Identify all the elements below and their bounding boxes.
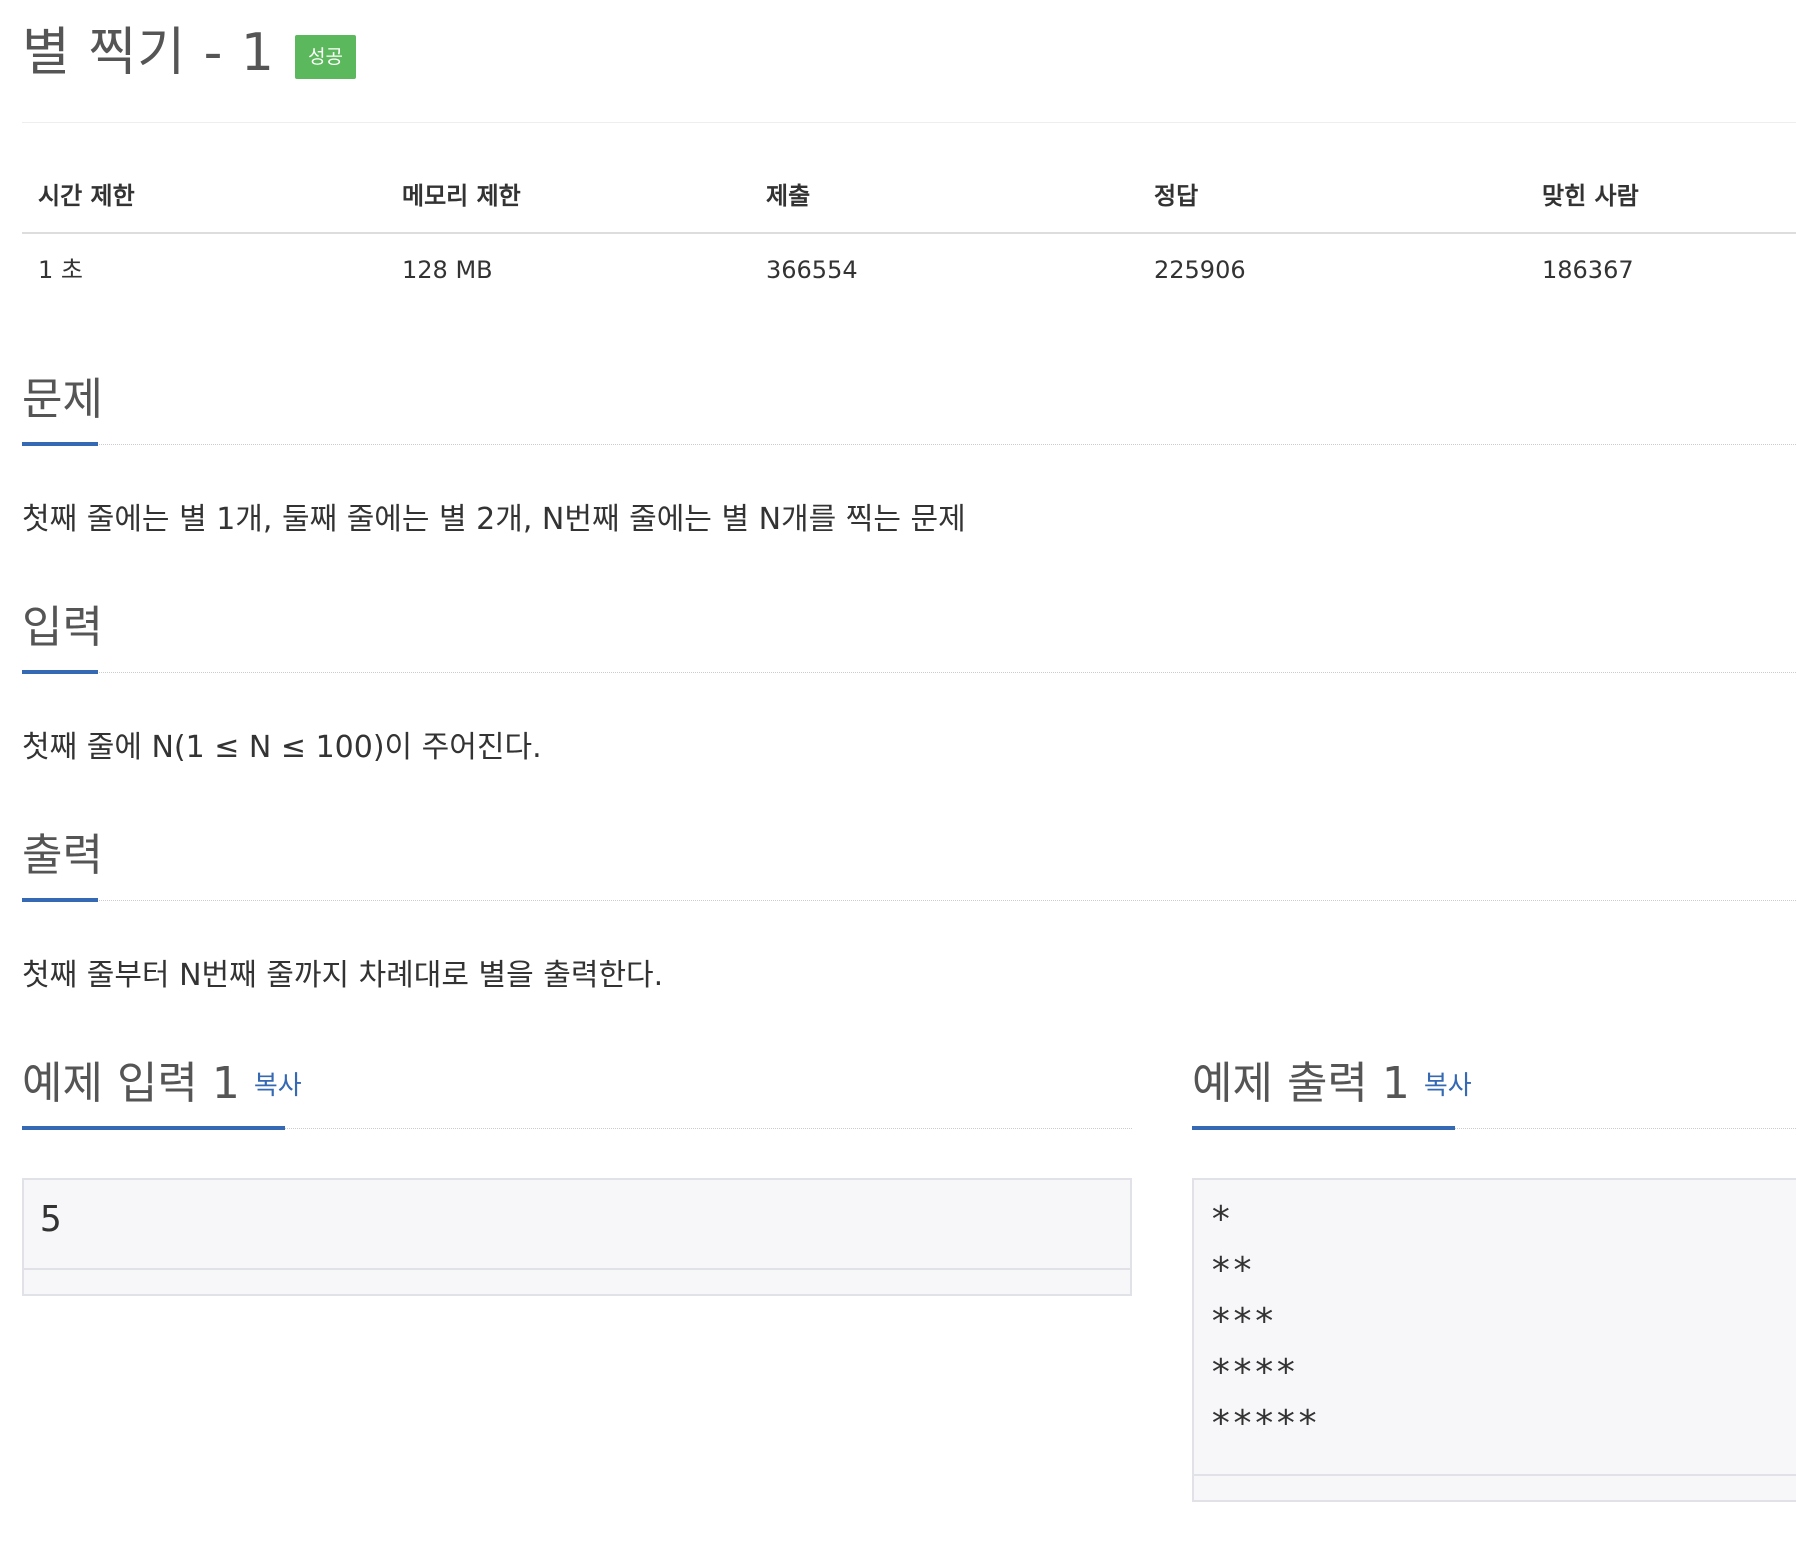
header-solvers: 맞힌 사람 (1542, 182, 1639, 210)
sample-output-box-footer (1194, 1474, 1796, 1500)
sample-input-box[interactable]: 5 (22, 1178, 1132, 1296)
value-accepted: 225906 (1154, 256, 1246, 284)
problem-info-table: 시간 제한 메모리 제한 제출 정답 맞힌 사람 1 초 128 MB 3665… (22, 160, 1796, 306)
input-header: 입력 (22, 598, 1796, 674)
sample-output-box[interactable]: * ** *** **** ***** (1192, 1178, 1796, 1502)
value-time-limit: 1 초 (38, 256, 83, 284)
output-text: 첫째 줄부터 N번째 줄까지 차례대로 별을 출력한다. (22, 958, 664, 993)
sample-input-box-footer (24, 1268, 1130, 1294)
output-section: 출력 첫째 줄부터 N번째 줄까지 차례대로 별을 출력한다. (22, 826, 1796, 993)
description-header: 문제 (22, 370, 1796, 446)
value-memory-limit: 128 MB (402, 256, 493, 284)
sample-input-section: 예제 입력 1 복사 5 (22, 1054, 1132, 1296)
title-row: 별 찍기 - 1 성공 (22, 18, 356, 88)
input-text: 첫째 줄에 N(1 ≤ N ≤ 100)이 주어진다. (22, 730, 542, 765)
description-heading: 문제 (22, 370, 103, 446)
sample-output-header: 예제 출력 1 복사 (1192, 1054, 1796, 1130)
output-header: 출력 (22, 826, 1796, 902)
info-table-row: 1 초 128 MB 366554 225906 186367 (22, 234, 1796, 306)
problem-title: 별 찍기 - 1 (22, 23, 275, 83)
sample-output-section: 예제 출력 1 복사 * ** *** **** ***** (1192, 1054, 1796, 1502)
value-solvers: 186367 (1542, 256, 1634, 284)
description-section: 문제 첫째 줄에는 별 1개, 둘째 줄에는 별 2개, N번째 줄에는 별 N… (22, 370, 1796, 537)
sample-output-copy-link[interactable]: 복사 (1424, 1071, 1472, 1101)
input-section: 입력 첫째 줄에 N(1 ≤ N ≤ 100)이 주어진다. (22, 598, 1796, 765)
sample-input-header: 예제 입력 1 복사 (22, 1054, 1132, 1130)
header-memory-limit: 메모리 제한 (402, 182, 521, 210)
sample-input-heading: 예제 입력 1 (22, 1058, 240, 1109)
header-accepted: 정답 (1154, 182, 1199, 210)
input-heading: 입력 (22, 598, 103, 674)
info-table-header-row: 시간 제한 메모리 제한 제출 정답 맞힌 사람 (22, 160, 1796, 234)
sample-input-heading-wrap: 예제 입력 1 복사 (22, 1054, 302, 1130)
sample-output-heading: 예제 출력 1 (1192, 1058, 1410, 1109)
sample-output-heading-wrap: 예제 출력 1 복사 (1192, 1054, 1472, 1130)
header-submissions: 제출 (766, 182, 811, 210)
output-heading: 출력 (22, 826, 103, 902)
sample-input-content[interactable]: 5 (24, 1180, 1130, 1259)
sample-input-copy-link[interactable]: 복사 (254, 1071, 302, 1101)
title-divider (22, 122, 1796, 123)
description-text: 첫째 줄에는 별 1개, 둘째 줄에는 별 2개, N번째 줄에는 별 N개를 … (22, 502, 966, 537)
sample-output-content[interactable]: * ** *** **** ***** (1194, 1180, 1796, 1463)
value-submissions: 366554 (766, 256, 858, 284)
header-time-limit: 시간 제한 (38, 182, 135, 210)
status-badge: 성공 (294, 35, 356, 79)
